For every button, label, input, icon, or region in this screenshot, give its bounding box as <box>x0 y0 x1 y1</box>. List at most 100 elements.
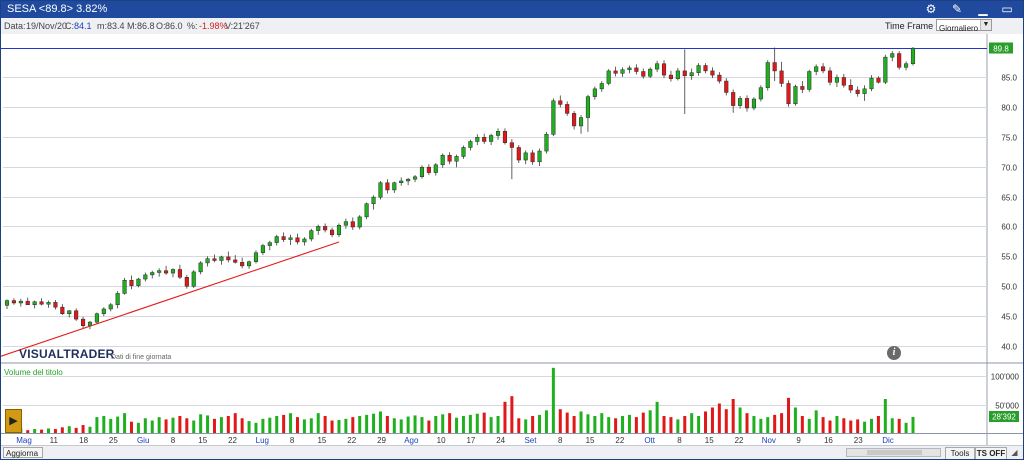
x-tick-label: Lug <box>256 436 269 445</box>
candle-body <box>191 271 196 287</box>
volume-bar <box>275 416 279 433</box>
volume-bar <box>351 417 355 433</box>
candle-body <box>606 70 611 84</box>
x-tick-label: Set <box>524 436 537 445</box>
candle-body <box>827 70 833 83</box>
candle-body <box>544 134 549 152</box>
candle-body <box>509 142 514 148</box>
volume-bar <box>199 414 203 433</box>
candle-body <box>433 164 438 173</box>
volume-bar <box>102 416 106 433</box>
volume-bar <box>835 416 839 433</box>
candle-body <box>219 256 224 261</box>
x-tick-label: 8 <box>171 436 176 445</box>
candle-body <box>537 150 542 163</box>
candle-body <box>295 237 300 243</box>
volume-panel-title: Volume del titolo <box>4 368 63 377</box>
volume-bar <box>724 409 728 433</box>
volume-bar <box>468 414 472 433</box>
candle-body <box>46 302 51 305</box>
volume-bar <box>828 420 832 433</box>
x-tick-label: 15 <box>317 436 326 445</box>
x-tick-label: Dic <box>882 436 894 445</box>
volume-bar <box>441 414 445 433</box>
candle-body <box>862 88 867 94</box>
volume-bar <box>116 416 120 433</box>
candle-body <box>316 226 321 231</box>
candle-body <box>157 270 162 273</box>
candle-body <box>627 67 632 70</box>
chart-background <box>1 34 1023 445</box>
volume-bar <box>586 414 590 433</box>
volume-bar <box>74 427 78 433</box>
candle-body <box>793 86 798 105</box>
horizontal-scrollbar[interactable] <box>846 448 941 457</box>
price-tick-label: 75.0 <box>1001 134 1017 143</box>
candle-body <box>751 98 756 109</box>
volume-bar <box>531 416 535 433</box>
candle-body <box>744 98 750 109</box>
volume-bar <box>295 417 299 433</box>
candle-body <box>641 71 646 77</box>
candle-body <box>233 259 238 263</box>
volume-bar <box>268 417 272 433</box>
volume-bar <box>344 418 348 433</box>
candle-body <box>703 65 708 72</box>
candle-body <box>164 270 169 274</box>
play-arrow-icon[interactable]: ▶ <box>5 409 22 433</box>
candle-body <box>184 277 189 287</box>
candle-body <box>115 293 120 306</box>
volume-bar <box>95 417 99 433</box>
last-price-label: 89.8 <box>993 45 1009 54</box>
candle-body <box>495 131 501 136</box>
volume-bar <box>358 416 362 433</box>
x-tick-label: 8 <box>290 436 295 445</box>
volume-bar <box>911 416 915 433</box>
candle-body <box>267 242 272 246</box>
candle-body <box>412 176 418 180</box>
volume-bar <box>627 414 631 433</box>
volume-bar <box>26 430 30 433</box>
volume-bar <box>240 418 244 433</box>
volume-bar <box>572 416 576 433</box>
x-tick-label: 10 <box>437 436 446 445</box>
candle-body <box>675 70 680 79</box>
refresh-button[interactable]: Aggiorna <box>3 447 43 458</box>
candle-body <box>648 68 653 77</box>
price-volume-chart[interactable]: 40.0 45.0 50.0 55.0 60.0 65.0 70.0 75.0 80.0 85.0… <box>1 1 1023 445</box>
volume-bar <box>780 413 784 433</box>
info-icon[interactable]: i <box>887 346 901 360</box>
candle-body <box>309 230 314 240</box>
volume-bar <box>697 416 701 433</box>
volume-bar <box>378 411 382 433</box>
candle-body <box>841 77 846 86</box>
volume-bar <box>717 403 721 433</box>
volume-bar <box>461 416 465 433</box>
volume-bar <box>793 407 797 433</box>
candle-body <box>101 308 106 314</box>
candle-body <box>4 300 10 306</box>
resize-grip-icon[interactable]: ◢ <box>1009 447 1020 458</box>
candle-body <box>634 67 639 72</box>
volume-bar <box>544 410 548 433</box>
scrollbar-thumb[interactable] <box>867 450 922 455</box>
volume-bar <box>731 399 735 433</box>
volume-bar <box>316 413 320 433</box>
candle-body <box>323 226 328 231</box>
volume-bar <box>157 417 161 433</box>
x-tick-label: 15 <box>705 436 714 445</box>
candle-body <box>599 83 604 90</box>
candle-body <box>821 66 826 72</box>
ts-off-button[interactable]: TS OFF <box>975 447 1007 459</box>
price-tick-label: 85.0 <box>1001 74 1017 83</box>
candle-body <box>454 156 459 162</box>
candle-body <box>800 86 805 90</box>
candle-body <box>738 98 743 106</box>
volume-bar <box>399 419 403 433</box>
candle-body <box>108 304 113 310</box>
candle-body <box>910 47 916 64</box>
tools-button[interactable]: Tools <box>945 447 975 459</box>
volume-bar <box>143 418 147 433</box>
volume-bar <box>738 407 742 433</box>
volume-bar <box>164 419 168 433</box>
